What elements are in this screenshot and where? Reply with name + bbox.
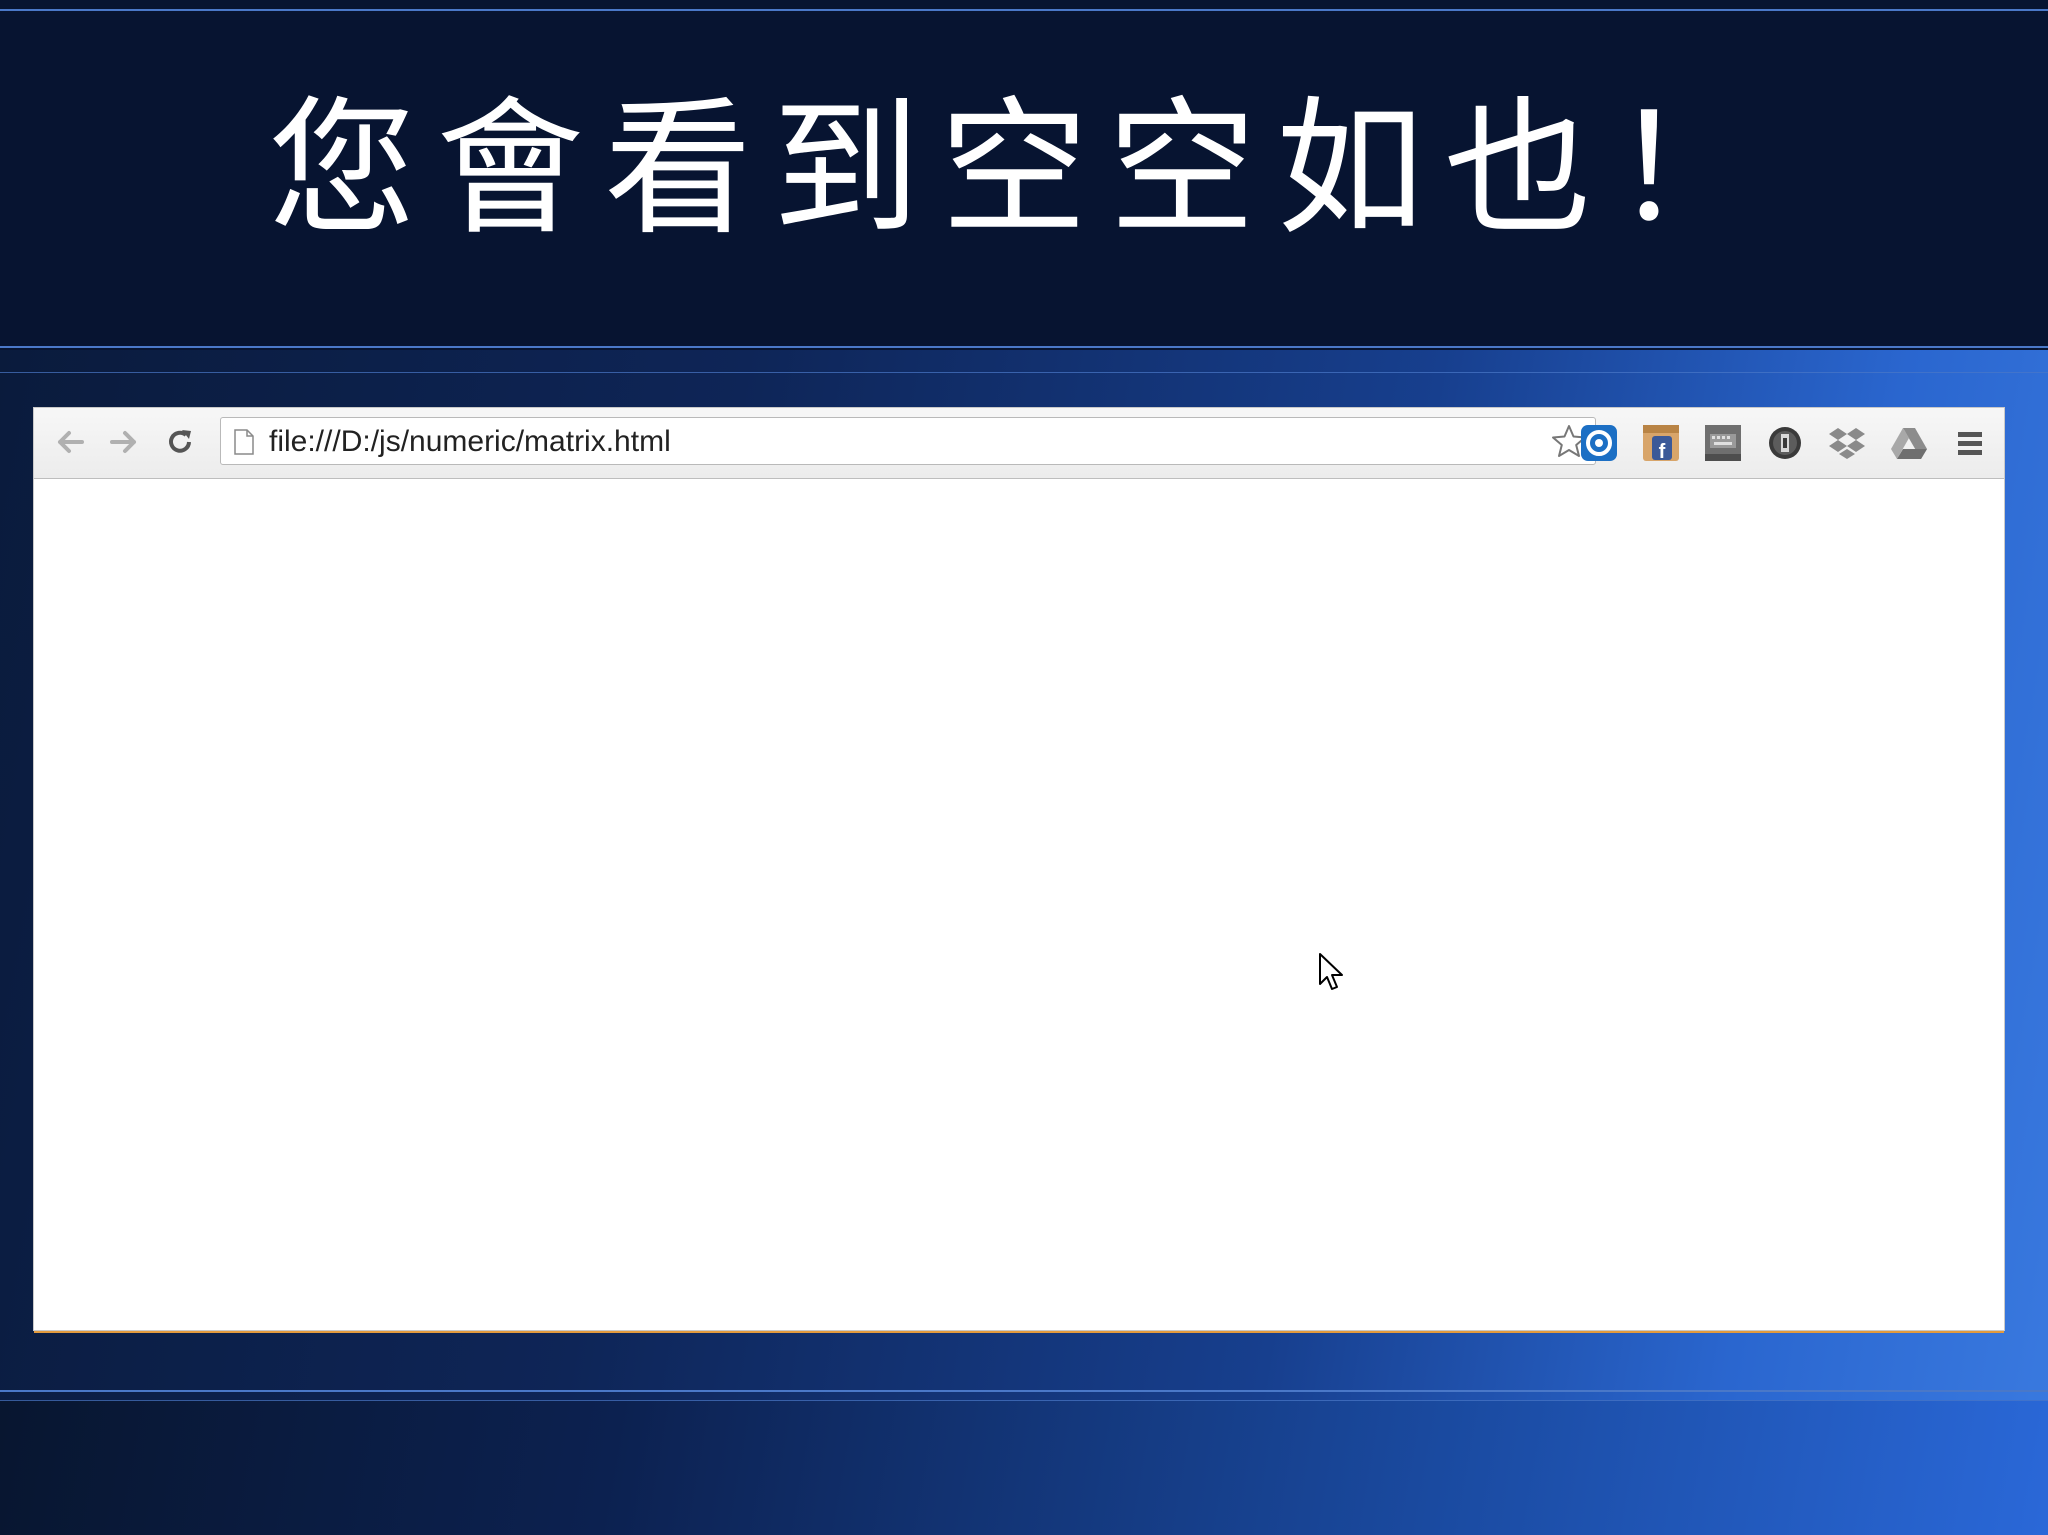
bottom-divider-line [0, 1390, 2048, 1392]
top-divider-line [0, 9, 2048, 11]
back-button[interactable] [52, 424, 88, 460]
bottom-band [0, 1400, 2048, 1535]
dropbox-icon [1829, 428, 1865, 459]
extension-blue-button[interactable] [1579, 423, 1619, 463]
browser-toolbar: file:///D:/js/numeric/matrix.html f [34, 408, 2004, 479]
keyboard-icon [1705, 425, 1741, 461]
address-bar[interactable]: file:///D:/js/numeric/matrix.html [220, 417, 1596, 465]
svg-text:f: f [1659, 441, 1666, 462]
extension-blue-icon [1581, 425, 1617, 461]
forward-arrow-icon [110, 431, 136, 453]
back-arrow-icon [58, 431, 84, 453]
bottom-divider-line-secondary [0, 1400, 2048, 1401]
title-divider-line-secondary [0, 372, 2048, 373]
browser-window: file:///D:/js/numeric/matrix.html f [34, 408, 2004, 1330]
keyboard-extension-button[interactable] [1703, 423, 1743, 463]
mouse-cursor-icon [1319, 953, 1343, 990]
url-text: file:///D:/js/numeric/matrix.html [269, 425, 671, 458]
menu-button[interactable] [1950, 423, 1990, 463]
title-divider-line [0, 346, 2048, 348]
facebook-icon: f [1643, 425, 1679, 462]
menu-icon [1958, 432, 1982, 455]
extension-dark-icon [1769, 427, 1801, 459]
slide-title: 您會看到空空如也！ [268, 83, 1780, 255]
extension-dark-button[interactable] [1765, 423, 1805, 463]
dropbox-button[interactable] [1827, 423, 1867, 463]
page-icon [234, 429, 254, 455]
reload-icon [169, 430, 191, 453]
drive-icon [1891, 428, 1927, 459]
forward-button[interactable] [106, 424, 142, 460]
facebook-extension-button[interactable]: f [1641, 423, 1681, 463]
page-content-area[interactable] [34, 479, 2004, 1330]
reload-button[interactable] [162, 424, 198, 460]
drive-button[interactable] [1889, 423, 1929, 463]
